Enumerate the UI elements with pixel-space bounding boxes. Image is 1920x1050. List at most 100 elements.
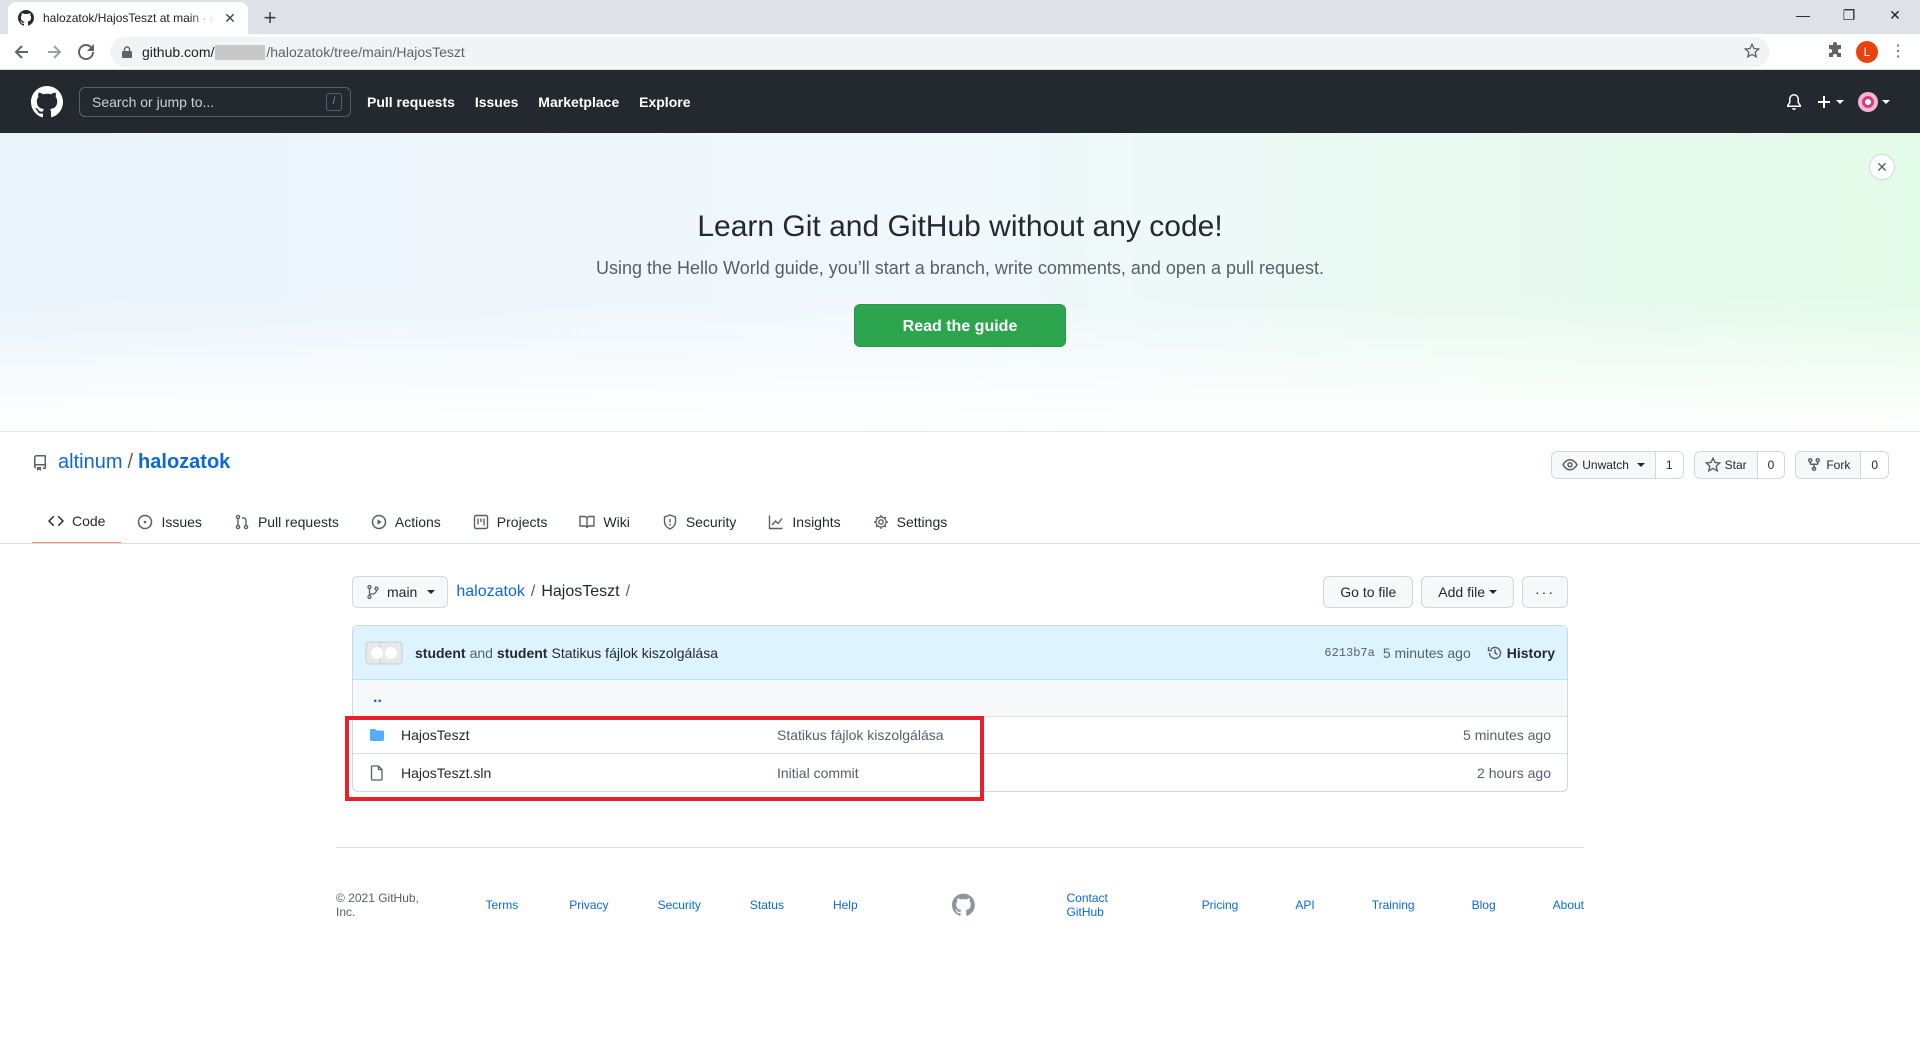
footer-link-pricing[interactable]: Pricing <box>1202 898 1239 912</box>
tab-close-icon[interactable]: ✕ <box>222 10 238 26</box>
restore-button[interactable]: ❐ <box>1826 0 1872 30</box>
reload-icon <box>78 44 94 60</box>
commit-author-link[interactable]: student <box>415 645 466 661</box>
file-navigation: main halozatok / HajosTeszt / Go to file… <box>352 576 1568 608</box>
github-global-nav: Pull requests Issues Marketplace Explore <box>367 94 706 110</box>
github-mark-icon[interactable] <box>951 893 975 917</box>
file-list-box: student and student Statikus fájlok kisz… <box>352 625 1568 792</box>
go-to-file-button[interactable]: Go to file <box>1323 576 1414 608</box>
profile-avatar-button[interactable]: L <box>1856 41 1878 63</box>
tab-label: Wiki <box>603 514 630 530</box>
footer-link-contact[interactable]: Contact GitHub <box>1067 891 1145 919</box>
nav-pull-requests[interactable]: Pull requests <box>367 94 455 110</box>
tab-label: Actions <box>394 514 441 530</box>
footer-link-help[interactable]: Help <box>833 898 858 912</box>
browser-tab-strip: halozatok/HajosTeszt at main · altinum ✕… <box>0 0 1920 34</box>
fork-count[interactable]: 0 <box>1861 452 1888 478</box>
repo-owner-link[interactable]: altinum <box>58 451 122 474</box>
tab-projects[interactable]: Projects <box>457 500 564 544</box>
tab-wiki[interactable]: Wiki <box>563 500 645 544</box>
forward-button[interactable] <box>40 38 68 66</box>
star-button[interactable]: Star <box>1695 452 1758 478</box>
footer-link-security[interactable]: Security <box>658 898 701 912</box>
footer-link-about[interactable]: About <box>1553 898 1584 912</box>
banner-close-icon[interactable]: ✕ <box>1869 154 1895 180</box>
new-tab-button[interactable]: + <box>256 5 284 33</box>
history-label: History <box>1506 644 1555 661</box>
file-name-link[interactable]: HajosTeszt <box>401 727 777 743</box>
unwatch-button[interactable]: Unwatch <box>1552 452 1656 478</box>
commit-age: 5 minutes ago <box>1382 644 1471 661</box>
tab-label: Security <box>685 514 737 530</box>
nav-marketplace[interactable]: Marketplace <box>538 94 619 110</box>
repo-actions: Unwatch 1 Star 0 Fork 0 <box>1551 451 1889 479</box>
search-shortcut-badge: / <box>326 92 342 111</box>
extensions-puzzle-icon[interactable] <box>1826 42 1844 60</box>
file-age: 5 minutes ago <box>1463 727 1551 743</box>
file-commit-message-link[interactable]: Initial commit <box>777 765 859 781</box>
browser-menu-icon[interactable]: ⋮ <box>1890 43 1906 61</box>
footer-link-blog[interactable]: Blog <box>1472 898 1496 912</box>
url-host: github.com/ <box>142 44 215 60</box>
tab-settings[interactable]: Settings <box>857 500 964 544</box>
nav-explore[interactable]: Explore <box>639 94 690 110</box>
file-commit-message-link[interactable]: Statikus fájlok kiszolgálása <box>777 727 944 743</box>
parent-dir-link[interactable]: .. <box>353 680 1567 717</box>
footer: © 2021 GitHub, Inc. Terms Privacy Securi… <box>336 891 1584 919</box>
user-menu-button[interactable] <box>1858 91 1890 112</box>
tab-actions[interactable]: Actions <box>355 500 457 544</box>
tab-pull-requests[interactable]: Pull requests <box>218 500 355 544</box>
commit-sha-link[interactable]: 6213b7a <box>1324 646 1374 660</box>
add-file-button[interactable]: Add file <box>1421 576 1514 608</box>
file-row[interactable]: HajosTeszt.sln Initial commit 2 hours ag… <box>353 754 1567 791</box>
tab-label: Projects <box>496 514 548 530</box>
footer-copyright: © 2021 GitHub, Inc. <box>336 891 419 919</box>
tab-label: Code <box>72 513 106 529</box>
read-guide-button[interactable]: Read the guide <box>854 304 1066 347</box>
footer-link-status[interactable]: Status <box>750 898 784 912</box>
repo-separator: / <box>127 451 134 473</box>
commit-coauthor-link[interactable]: student <box>497 645 548 661</box>
fork-icon <box>1808 457 1821 472</box>
tab-insights[interactable]: Insights <box>752 500 856 544</box>
unwatch-label: Unwatch <box>1582 458 1629 472</box>
minimize-button[interactable]: — <box>1780 0 1826 30</box>
history-link[interactable]: History <box>1487 645 1555 661</box>
branch-select-button[interactable]: main <box>352 576 449 608</box>
tab-issues[interactable]: Issues <box>121 500 217 544</box>
repo-name-link[interactable]: halozatok <box>138 451 230 474</box>
tab-code[interactable]: Code <box>32 500 122 544</box>
footer-link-privacy[interactable]: Privacy <box>569 898 608 912</box>
fork-label: Fork <box>1826 458 1851 472</box>
close-window-button[interactable]: ✕ <box>1872 0 1918 30</box>
back-button[interactable] <box>8 38 36 66</box>
fork-button[interactable]: Fork <box>1796 452 1862 478</box>
bell-icon[interactable] <box>1786 93 1802 110</box>
footer-link-training[interactable]: Training <box>1372 898 1415 912</box>
bookmark-star-icon[interactable] <box>1744 43 1760 59</box>
file-row[interactable]: HajosTeszt Statikus fájlok kiszolgálása … <box>353 717 1567 754</box>
file-name-link[interactable]: HajosTeszt.sln <box>401 765 777 781</box>
tab-security[interactable]: Security <box>646 500 753 544</box>
url-redacted-segment <box>215 44 266 60</box>
github-favicon-icon <box>18 10 34 26</box>
nav-issues[interactable]: Issues <box>475 94 519 110</box>
create-new-button[interactable] <box>1816 94 1844 110</box>
breadcrumb-repo-link[interactable]: halozatok <box>456 583 525 601</box>
commit-message-link[interactable]: Statikus fájlok kiszolgálása <box>551 645 718 661</box>
browser-tab[interactable]: halozatok/HajosTeszt at main · altinum ✕ <box>8 2 248 34</box>
github-search-input[interactable]: Search or jump to... / <box>79 86 351 117</box>
watch-button-group: Unwatch 1 <box>1551 451 1684 479</box>
github-logo-icon[interactable] <box>31 85 63 118</box>
address-bar[interactable]: github.com/ /halozatok/tree/main/HajosTe… <box>110 37 1770 67</box>
banner-title: Learn Git and GitHub without any code! <box>697 210 1223 243</box>
history-icon <box>1487 646 1501 659</box>
footer-link-api[interactable]: API <box>1295 898 1314 912</box>
footer-link-terms[interactable]: Terms <box>486 898 519 912</box>
fork-button-group: Fork 0 <box>1795 451 1889 479</box>
tab-title: halozatok/HajosTeszt at main · altinum <box>43 11 215 25</box>
watch-count[interactable]: 1 <box>1655 452 1683 478</box>
star-count[interactable]: 0 <box>1757 452 1785 478</box>
reload-button[interactable] <box>72 38 100 66</box>
more-options-button[interactable]: ··· <box>1522 576 1568 608</box>
